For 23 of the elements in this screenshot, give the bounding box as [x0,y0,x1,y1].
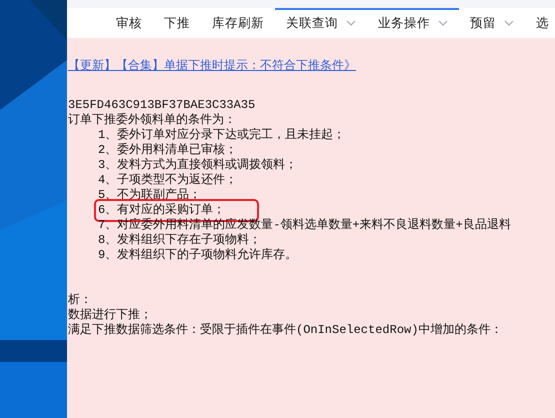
heading-text: 订单下推委外领料单的条件为： [68,113,237,128]
toolbar-button[interactable]: 关联查询 [275,8,367,38]
condition-text: 8、发料组织下存在子项物料； [98,233,262,248]
chevron-down-icon [346,20,356,26]
condition-text: 9、发料组织下的子项物料允许库存。 [98,248,298,263]
condition-text: 7、对应委外用料清单的应发数量-领料选单数量+来料不良退料数量+良品退料 [98,218,511,233]
chevron-down-icon [438,20,448,26]
note-text: 析： [68,293,93,308]
toolbar-button[interactable]: 审核 [105,8,153,38]
toolbar-button[interactable]: 业务操作 [367,8,459,38]
toolbar-button[interactable]: 库存刷新 [201,8,275,38]
condition-text: 3、发料方式为直接领料或调拨领料； [98,158,298,173]
condition-text: 2、委外用料清单已审核； [98,143,238,158]
condition-text: 4、子项类型不为返还件； [98,173,238,188]
note-text: 满足下推数据筛选条件：受限于插件在事件(OnInSelectedRow)中增加的条件： [68,323,504,338]
article-link[interactable]: 【更新】【合集】单据下推时提示：不符合下推条件》 [68,57,356,74]
toolbar-button[interactable]: 预留 [459,8,525,38]
condition-text: 1、委外订单对应分录下达或完工，且未挂起； [98,128,346,143]
note-text: 数据进行下推； [68,308,153,323]
chevron-down-icon [504,20,514,26]
toolbar-button[interactable]: 选 [525,8,555,38]
code-text: 3E5FD463C913BF37BAE3C33A35 [68,98,256,113]
toolbar-button[interactable]: 下推 [153,8,201,38]
